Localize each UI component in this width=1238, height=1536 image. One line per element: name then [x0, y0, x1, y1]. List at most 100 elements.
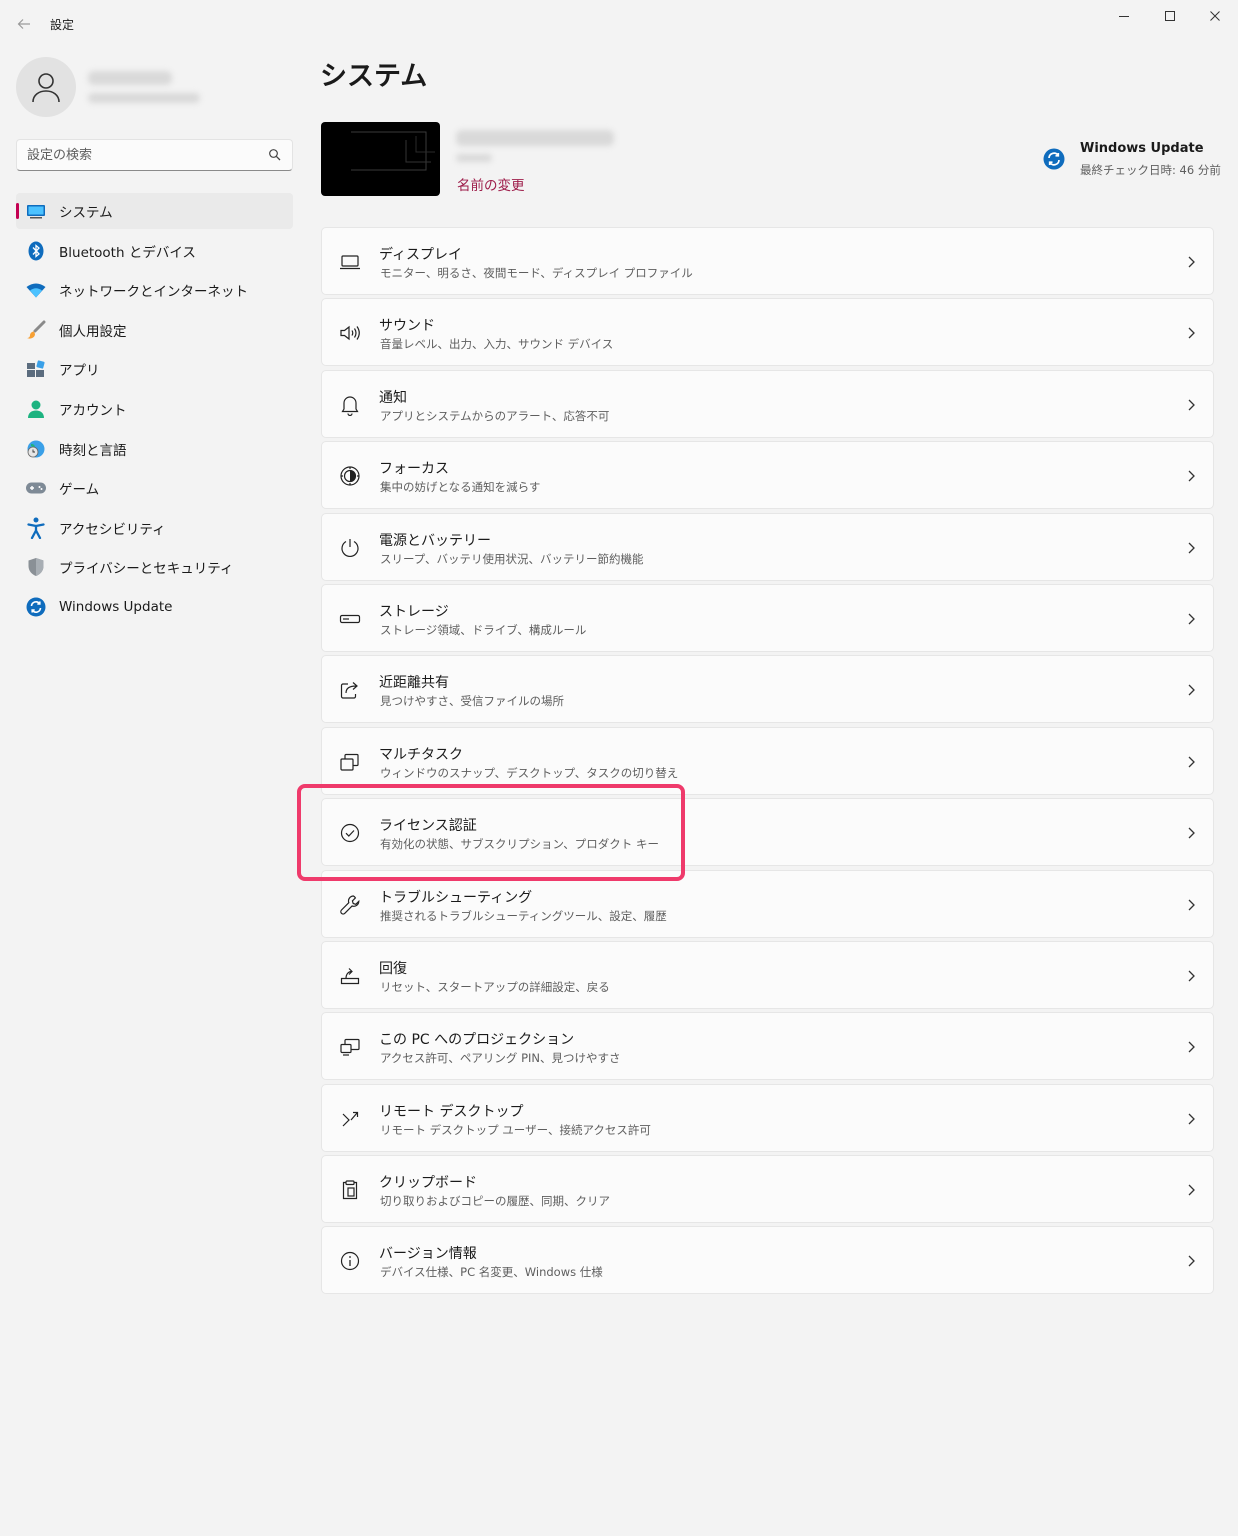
check-circle-icon	[338, 821, 362, 845]
multitask-icon	[338, 750, 362, 774]
setting-card-subtitle: 有効化の状態、サブスクリプション、プロダクト キー	[380, 837, 659, 852]
chevron-right-icon	[1188, 1184, 1195, 1196]
user-profile[interactable]	[16, 56, 200, 118]
page-title: システム	[320, 61, 428, 92]
setting-card-title: クリップボード	[379, 1175, 477, 1192]
sidebar-item-time-language[interactable]: 時刻と言語	[16, 431, 293, 467]
chevron-right-icon	[1188, 827, 1195, 839]
setting-card-title: フォーカス	[379, 461, 449, 478]
projection-icon	[338, 1035, 362, 1059]
sidebar-item-windows-update[interactable]: Windows Update	[16, 589, 293, 625]
sidebar-item-bluetooth[interactable]: Bluetooth とデバイス	[16, 233, 293, 269]
setting-card-title: ライセンス認証	[379, 818, 477, 835]
setting-card-subtitle: リモート デスクトップ ユーザー、接続アクセス許可	[380, 1122, 651, 1137]
sidebar-item-label: アカウント	[59, 402, 127, 419]
setting-card-subtitle: アプリとシステムからのアラート、応答不可	[380, 408, 610, 423]
settings-search[interactable]	[16, 139, 293, 171]
setting-card-clipboard[interactable]: クリップボード 切り取りおよびコピーの履歴、同期、クリア	[321, 1155, 1214, 1224]
setting-card-troubleshoot[interactable]: トラブルシューティング 推奨されるトラブルシューティングツール、設定、履歴	[321, 869, 1214, 938]
bluetooth-icon	[25, 240, 47, 262]
setting-card-activation[interactable]: ライセンス認証 有効化の状態、サブスクリプション、プロダクト キー	[321, 798, 1214, 867]
sidebar-item-label: プライバシーとセキュリティ	[59, 561, 234, 578]
setting-card-title: リモート デスクトップ	[379, 1103, 524, 1120]
setting-card-focus[interactable]: フォーカス 集中の妨げとなる通知を減らす	[321, 441, 1214, 510]
chevron-right-icon	[1188, 542, 1195, 554]
setting-card-subtitle: ストレージ領域、ドライブ、構成ルール	[380, 622, 587, 637]
setting-card-multitasking[interactable]: マルチタスク ウィンドウのスナップ、デスクトップ、タスクの切り替え	[321, 726, 1214, 795]
setting-card-power-battery[interactable]: 電源とバッテリー スリープ、バッテリ使用状況、バッテリー節約機能	[321, 512, 1214, 581]
windows-update-icon	[25, 596, 47, 618]
setting-card-nearby-sharing[interactable]: 近距離共有 見つけやすさ、受信ファイルの場所	[321, 655, 1214, 724]
setting-card-about[interactable]: バージョン情報 デバイス仕様、PC 名変更、Windows 仕様	[321, 1226, 1214, 1295]
gamepad-icon	[25, 477, 47, 499]
sidebar-nav: システム Bluetooth とデバイス ネットワークとインターネット 個人用設…	[16, 193, 293, 629]
clipboard-icon	[338, 1178, 362, 1202]
minimize-button[interactable]	[1101, 0, 1147, 32]
accessibility-icon	[25, 517, 47, 539]
chevron-right-icon	[1188, 970, 1195, 982]
setting-card-title: 回復	[379, 960, 407, 977]
app-title: 設定	[50, 18, 75, 32]
setting-card-display[interactable]: ディスプレイ モニター、明るさ、夜間モード、ディスプレイ プロファイル	[321, 227, 1214, 295]
remote-desktop-icon	[338, 1107, 362, 1131]
setting-card-projecting[interactable]: この PC へのプロジェクション アクセス許可、ペアリング PIN、見つけやすさ	[321, 1012, 1214, 1081]
sidebar-item-label: アクセシビリティ	[59, 521, 166, 538]
chevron-right-icon	[1188, 1113, 1195, 1125]
device-wallpaper-thumbnail	[321, 122, 440, 196]
personalization-brush-icon	[25, 319, 47, 341]
sidebar-item-accessibility[interactable]: アクセシビリティ	[16, 510, 293, 546]
recovery-icon	[338, 964, 362, 988]
setting-card-title: トラブルシューティング	[379, 889, 533, 906]
sidebar-item-accounts[interactable]: アカウント	[16, 391, 293, 427]
setting-card-subtitle: 切り取りおよびコピーの履歴、同期、クリア	[380, 1194, 610, 1209]
setting-card-subtitle: スリープ、バッテリ使用状況、バッテリー節約機能	[380, 551, 644, 566]
search-input[interactable]	[17, 140, 257, 170]
setting-card-subtitle: リセット、スタートアップの詳細設定、戻る	[380, 979, 610, 994]
chevron-right-icon	[1188, 256, 1195, 268]
sidebar-item-system[interactable]: システム	[16, 193, 293, 229]
power-icon	[338, 536, 362, 560]
sidebar-item-personalization[interactable]: 個人用設定	[16, 312, 293, 348]
display-icon	[338, 250, 362, 274]
chevron-right-icon	[1188, 399, 1195, 411]
setting-card-sound[interactable]: サウンド 音量レベル、出力、入力、サウンド デバイス	[321, 298, 1214, 367]
maximize-button[interactable]	[1147, 0, 1193, 32]
chevron-right-icon	[1188, 1256, 1195, 1267]
minimize-icon	[1119, 16, 1129, 17]
setting-card-recovery[interactable]: 回復 リセット、スタートアップの詳細設定、戻る	[321, 940, 1214, 1009]
sidebar-item-network[interactable]: ネットワークとインターネット	[16, 272, 293, 308]
sidebar-item-privacy-security[interactable]: プライバシーとセキュリティ	[16, 549, 293, 585]
close-button[interactable]	[1192, 0, 1238, 32]
setting-card-storage[interactable]: ストレージ ストレージ領域、ドライブ、構成ルール	[321, 583, 1214, 652]
setting-card-remote-desktop[interactable]: リモート デスクトップ リモート デスクトップ ユーザー、接続アクセス許可	[321, 1083, 1214, 1152]
sidebar-item-gaming[interactable]: ゲーム	[16, 470, 293, 506]
profile-name-redacted	[88, 71, 200, 103]
rename-pc-link[interactable]: 名前の変更	[457, 174, 525, 194]
sidebar-item-label: アプリ	[59, 363, 100, 380]
avatar	[16, 57, 76, 117]
setting-card-subtitle: 見つけやすさ、受信ファイルの場所	[380, 694, 564, 709]
user-icon	[32, 73, 60, 103]
info-icon	[338, 1249, 362, 1273]
sidebar-item-label: Windows Update	[59, 598, 173, 615]
setting-card-title: ストレージ	[379, 603, 449, 620]
setting-card-title: ディスプレイ	[379, 247, 463, 263]
setting-card-subtitle: ウィンドウのスナップ、デスクトップ、タスクの切り替え	[380, 765, 679, 780]
speaker-icon	[338, 321, 362, 345]
windows-update-icon	[1043, 148, 1065, 170]
focus-icon	[338, 464, 362, 488]
title-bar: 設定	[0, 0, 1238, 46]
sidebar-item-label: システム	[59, 205, 113, 221]
setting-card-notifications[interactable]: 通知 アプリとシステムからのアラート、応答不可	[321, 369, 1214, 438]
sidebar-item-label: Bluetooth とデバイス	[59, 244, 196, 261]
search-icon	[269, 149, 281, 161]
windows-update-title[interactable]: Windows Update	[1080, 141, 1204, 156]
chevron-right-icon	[1188, 1041, 1195, 1053]
chevron-right-icon	[1188, 756, 1195, 768]
back-arrow-icon	[17, 19, 30, 29]
storage-icon	[338, 607, 362, 631]
sidebar-item-apps[interactable]: アプリ	[16, 351, 293, 387]
chevron-right-icon	[1188, 470, 1195, 482]
back-button[interactable]	[10, 10, 38, 38]
setting-card-subtitle: モニター、明るさ、夜間モード、ディスプレイ プロファイル	[380, 266, 693, 280]
